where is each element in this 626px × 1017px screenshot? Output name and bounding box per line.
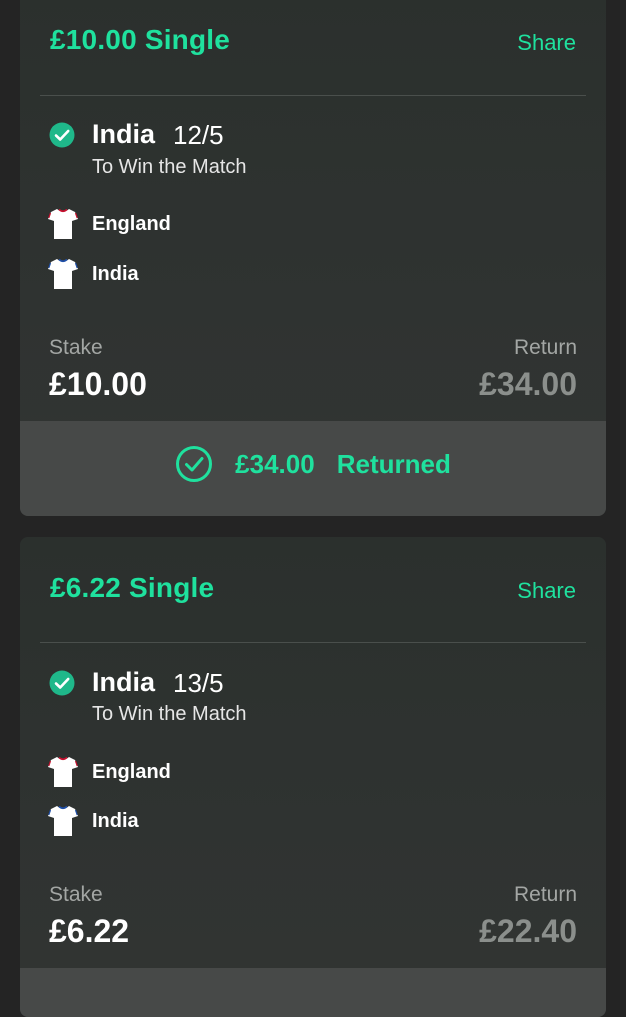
- returned-banner: £34.00 Returned: [20, 421, 606, 516]
- stake-label: Stake: [49, 883, 103, 906]
- market-name: To Win the Match: [92, 703, 247, 725]
- returned-label: Returned: [336, 448, 451, 479]
- team-name: England: [92, 761, 171, 783]
- market-name: To Win the Match: [92, 156, 247, 178]
- divider: [40, 95, 586, 96]
- return-amount: £22.40: [479, 913, 577, 949]
- stake-label: Stake: [49, 336, 103, 359]
- return-amount: £34.00: [479, 366, 577, 402]
- check-circle-icon: [49, 670, 75, 696]
- bet-card: £10.00 Single Share India 12/5 To Win th…: [20, 0, 606, 516]
- odds: 12/5: [173, 120, 224, 150]
- odds: 13/5: [173, 668, 224, 698]
- team-name: England: [92, 213, 171, 235]
- bet-card: £6.22 Single Share India 13/5 To Win the…: [20, 537, 606, 1017]
- england-shirt-icon: [48, 756, 78, 787]
- share-button[interactable]: Share: [517, 578, 576, 604]
- bet-title: £6.22 Single: [50, 572, 215, 603]
- india-shirt-icon: [48, 258, 78, 289]
- divider: [40, 642, 586, 643]
- selection-name: India: [92, 667, 156, 697]
- india-shirt-icon: [48, 805, 78, 836]
- returned-amount: £34.00: [235, 448, 315, 479]
- return-label: Return: [513, 883, 577, 906]
- return-label: Return: [513, 336, 577, 359]
- bet-title: £10.00 Single: [50, 24, 231, 55]
- selection-name: India: [92, 119, 156, 149]
- team-name: India: [92, 263, 139, 285]
- team-name: India: [92, 810, 139, 832]
- check-circle-outline-icon: [176, 446, 213, 482]
- share-button[interactable]: Share: [517, 30, 576, 56]
- returned-banner: [20, 968, 606, 1017]
- check-circle-icon: [49, 122, 75, 148]
- stake-amount: £6.22: [49, 913, 130, 949]
- stake-amount: £10.00: [49, 366, 147, 402]
- england-shirt-icon: [48, 208, 78, 239]
